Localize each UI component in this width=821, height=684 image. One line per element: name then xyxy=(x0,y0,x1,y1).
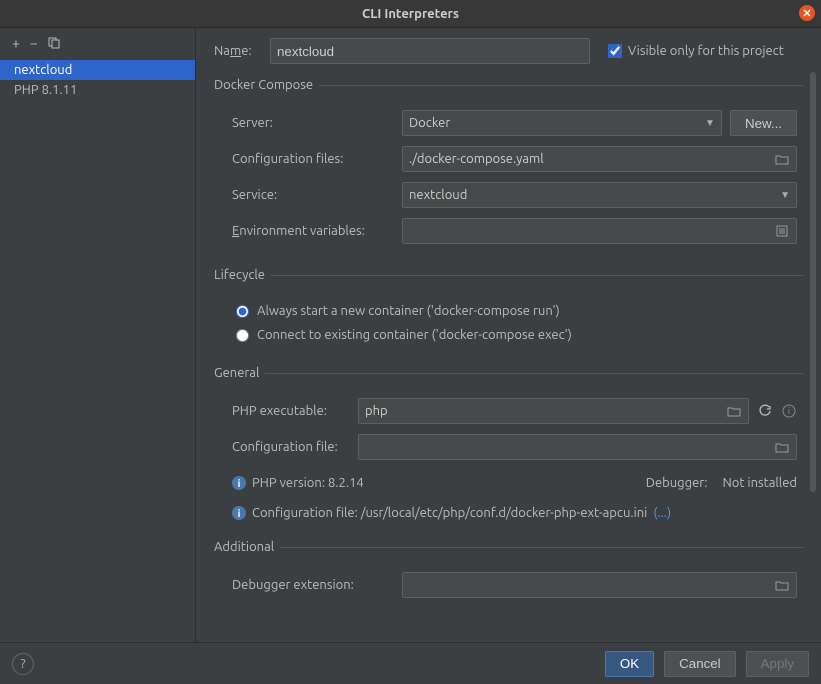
config-info-more-link[interactable]: (...) xyxy=(653,506,671,520)
interpreter-list: nextcloud PHP 8.1.11 xyxy=(0,58,195,100)
debugger-label: Debugger: xyxy=(646,476,708,490)
close-icon[interactable] xyxy=(799,5,815,21)
lifecycle-exec-label: Connect to existing container ('docker-c… xyxy=(257,328,572,342)
scrollbar[interactable] xyxy=(809,72,817,642)
service-combo[interactable]: nextcloud ▼ xyxy=(402,182,797,208)
svg-text:i: i xyxy=(788,406,790,416)
scrollbar-thumb[interactable] xyxy=(810,72,816,492)
server-label: Server: xyxy=(232,116,402,130)
docker-compose-legend: Docker Compose xyxy=(214,78,319,92)
debugger-ext-label: Debugger extension: xyxy=(232,578,402,592)
config-file-label: Configuration file: xyxy=(232,440,358,454)
name-input[interactable] xyxy=(270,38,590,64)
docker-compose-group: Docker Compose Server: Docker ▼ New... C… xyxy=(214,78,803,254)
php-version-text: PHP version: 8.2.14 xyxy=(252,476,364,490)
general-group: General PHP executable: php xyxy=(214,366,803,526)
copy-icon[interactable] xyxy=(48,37,60,49)
sidebar-item-label: nextcloud xyxy=(14,63,72,77)
visible-only-checkbox[interactable]: Visible only for this project xyxy=(608,44,784,58)
lifecycle-radio-run[interactable]: Always start a new container ('docker-co… xyxy=(236,304,797,318)
folder-icon[interactable] xyxy=(726,406,742,417)
env-vars-label: Environment variables: xyxy=(232,224,402,238)
debugger-value: Not installed xyxy=(722,476,797,490)
service-label: Service: xyxy=(232,188,402,202)
php-exe-label: PHP executable: xyxy=(232,404,358,418)
folder-icon[interactable] xyxy=(774,580,790,591)
config-file-input[interactable] xyxy=(358,434,797,460)
name-label: Name: xyxy=(214,44,270,58)
remove-icon[interactable]: − xyxy=(30,36,38,50)
folder-icon[interactable] xyxy=(774,442,790,453)
footer: ? OK Cancel Apply xyxy=(0,642,821,684)
php-exe-input[interactable]: php xyxy=(358,398,749,424)
chevron-down-icon: ▼ xyxy=(705,117,715,129)
sidebar: + − nextcloud PHP 8.1.11 xyxy=(0,28,196,642)
info-icon[interactable]: i xyxy=(781,404,797,418)
lifecycle-legend: Lifecycle xyxy=(214,268,271,282)
help-icon[interactable]: ? xyxy=(12,653,34,675)
config-files-input[interactable]: ./docker-compose.yaml xyxy=(402,146,797,172)
general-legend: General xyxy=(214,366,265,380)
config-files-label: Configuration files: xyxy=(232,152,402,166)
additional-group: Additional Debugger extension: xyxy=(214,540,803,608)
visible-only-label: Visible only for this project xyxy=(628,44,784,58)
new-server-button[interactable]: New... xyxy=(730,110,797,136)
sidebar-item-nextcloud[interactable]: nextcloud xyxy=(0,60,195,80)
add-icon[interactable]: + xyxy=(12,36,20,50)
service-value: nextcloud xyxy=(409,188,467,202)
info-icon: i xyxy=(232,476,246,490)
titlebar: CLI Interpreters xyxy=(0,0,821,28)
debugger-ext-input[interactable] xyxy=(402,572,797,598)
window-title: CLI Interpreters xyxy=(362,7,459,21)
sidebar-toolbar: + − xyxy=(0,28,195,58)
info-icon: i xyxy=(232,506,246,520)
php-exe-value: php xyxy=(365,404,388,418)
server-value: Docker xyxy=(409,116,450,130)
apply-button[interactable]: Apply xyxy=(746,651,809,677)
folder-icon[interactable] xyxy=(774,154,790,165)
lifecycle-radio-exec[interactable]: Connect to existing container ('docker-c… xyxy=(236,328,797,342)
chevron-down-icon: ▼ xyxy=(780,189,790,201)
cancel-button[interactable]: Cancel xyxy=(664,651,736,677)
env-vars-input[interactable] xyxy=(402,218,797,244)
config-files-value: ./docker-compose.yaml xyxy=(409,152,544,166)
main-panel: Name: Visible only for this project Dock… xyxy=(196,28,821,642)
list-icon[interactable] xyxy=(774,225,790,237)
refresh-icon[interactable] xyxy=(757,404,773,418)
sidebar-item-php811[interactable]: PHP 8.1.11 xyxy=(0,80,195,100)
sidebar-item-label: PHP 8.1.11 xyxy=(14,83,77,97)
config-info-text: Configuration file: /usr/local/etc/php/c… xyxy=(252,506,647,520)
server-combo[interactable]: Docker ▼ xyxy=(402,110,722,136)
ok-button[interactable]: OK xyxy=(605,651,654,677)
lifecycle-run-label: Always start a new container ('docker-co… xyxy=(257,304,560,318)
additional-legend: Additional xyxy=(214,540,280,554)
lifecycle-group: Lifecycle Always start a new container (… xyxy=(214,268,803,352)
